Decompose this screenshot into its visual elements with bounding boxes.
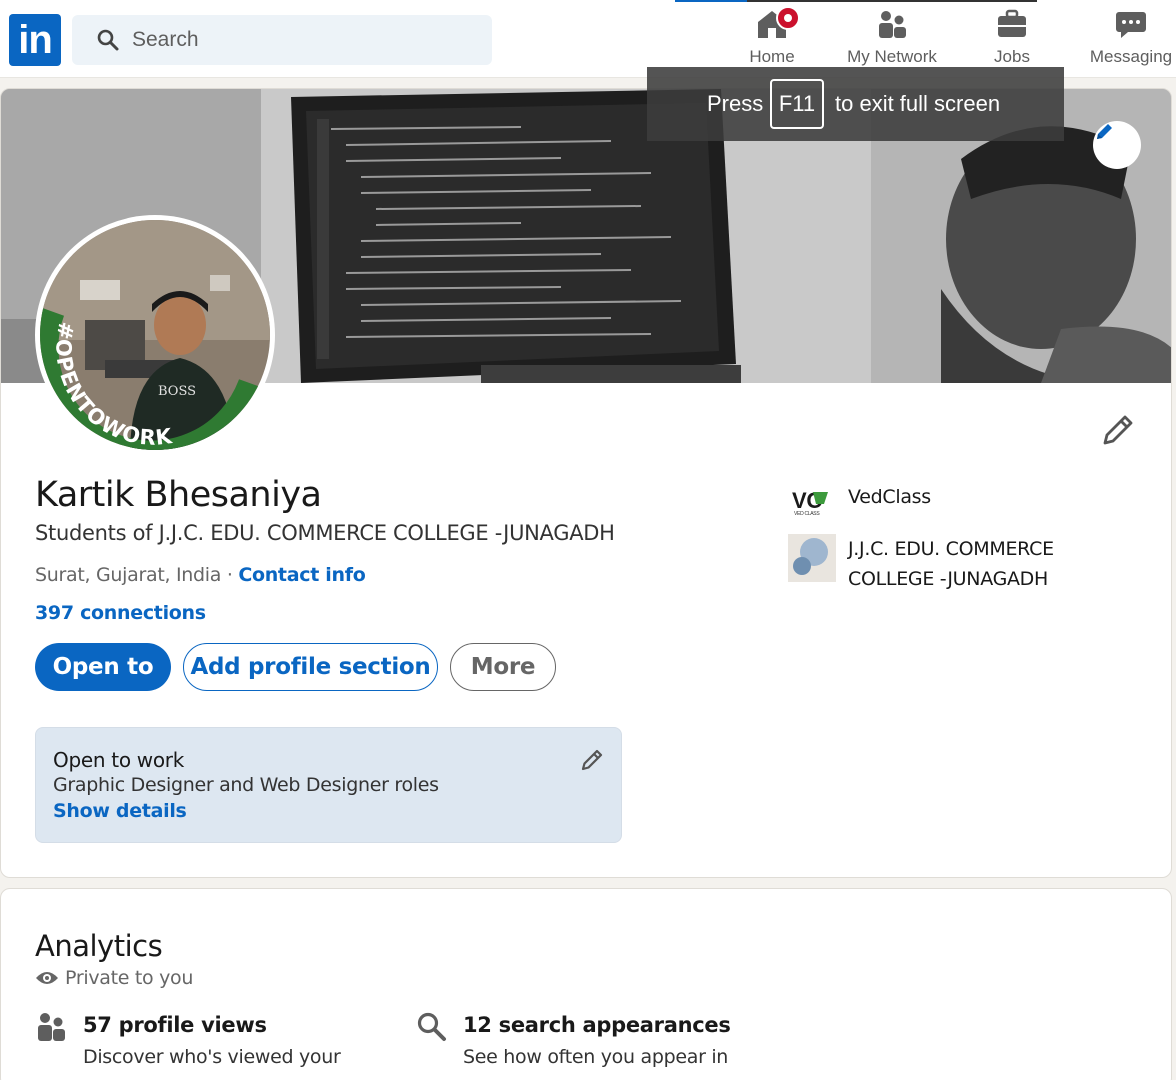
pencil-icon [581, 749, 603, 771]
connections-link[interactable]: 397 connections [35, 602, 206, 624]
pencil-icon [1097, 124, 1112, 139]
analytics-title: Analytics [35, 929, 163, 963]
search-appearances-title: 12 search appearances [463, 1013, 731, 1037]
briefcase-icon [998, 9, 1026, 37]
notification-badge [776, 6, 800, 30]
shirt-text: BOSS [158, 384, 196, 399]
analytics-card: Analytics Private to you 57 profile view… [0, 888, 1172, 1080]
add-profile-section-button[interactable]: Add profile section [183, 643, 438, 691]
contact-info-link[interactable]: Contact info [238, 564, 365, 586]
privacy-text: Private to you [65, 967, 194, 989]
eye-icon [36, 972, 58, 984]
search-appearances-subtitle: See how often you appear in [463, 1046, 729, 1068]
edit-cover-button[interactable] [1093, 121, 1141, 169]
pencil-icon [1103, 415, 1133, 445]
profile-photo[interactable]: BOSS #OPENTOWORK [35, 215, 275, 455]
analytics-privacy: Private to you [35, 967, 193, 989]
nav-messaging[interactable]: Messaging [1086, 0, 1176, 78]
school-name-line2: COLLEGE -JUNAGADH [848, 568, 1049, 590]
profile-location-row: Surat, Gujarat, India · Contact info [35, 564, 366, 586]
search-icon [417, 1012, 446, 1041]
more-button[interactable]: More [450, 643, 556, 691]
avatar: BOSS #OPENTOWORK [40, 220, 270, 450]
nav-jobs-label: Jobs [994, 47, 1030, 66]
school-logo [788, 534, 836, 582]
people-icon [38, 1013, 65, 1041]
profile-headline: Students of J.J.C. EDU. COMMERCE COLLEGE… [35, 521, 615, 545]
profile-card: BOSS #OPENTOWORK Kartik Bhesaniya Studen… [0, 88, 1172, 878]
nav-home-label: Home [749, 47, 795, 66]
location-separator: · [221, 564, 239, 586]
toast-press-text: Press [707, 91, 764, 116]
search-box[interactable] [72, 15, 492, 65]
open-to-button[interactable]: Open to [35, 643, 171, 691]
avatar-image: BOSS #OPENTOWORK [40, 220, 270, 450]
profile-location: Surat, Gujarat, India [35, 564, 222, 586]
vedclass-logo: VC VED CLASS [788, 484, 836, 532]
linkedin-logo[interactable]: in [9, 14, 61, 66]
search-icon [97, 29, 119, 51]
school-name-line1: J.J.C. EDU. COMMERCE [848, 538, 1054, 560]
profile-views-subtitle: Discover who's viewed your [83, 1046, 341, 1068]
edit-intro-button[interactable] [1101, 413, 1135, 452]
toast-key: F11 [770, 79, 824, 129]
profile-name: Kartik Bhesaniya [35, 475, 322, 515]
open-to-work-box: Open to work Graphic Designer and Web De… [35, 727, 622, 843]
people-icon [879, 11, 906, 38]
toast-message: to exit full screen [835, 91, 1001, 116]
search-input[interactable] [132, 15, 472, 65]
nav-messaging-label: Messaging [1089, 47, 1173, 66]
open-to-work-roles: Graphic Designer and Web Designer roles [53, 774, 439, 796]
edit-open-to-work-button[interactable] [580, 748, 604, 777]
nav-my-network-label: My Network [847, 47, 937, 66]
fullscreen-exit-toast: Press F11 to exit full screen [647, 67, 1064, 141]
profile-views-title: 57 profile views [83, 1013, 267, 1037]
show-details-link[interactable]: Show details [53, 800, 187, 822]
chat-icon [1116, 12, 1146, 38]
open-to-work-title: Open to work [53, 748, 185, 772]
svg-text:VED CLASS: VED CLASS [794, 511, 820, 517]
experience-name: VedClass [848, 486, 931, 508]
